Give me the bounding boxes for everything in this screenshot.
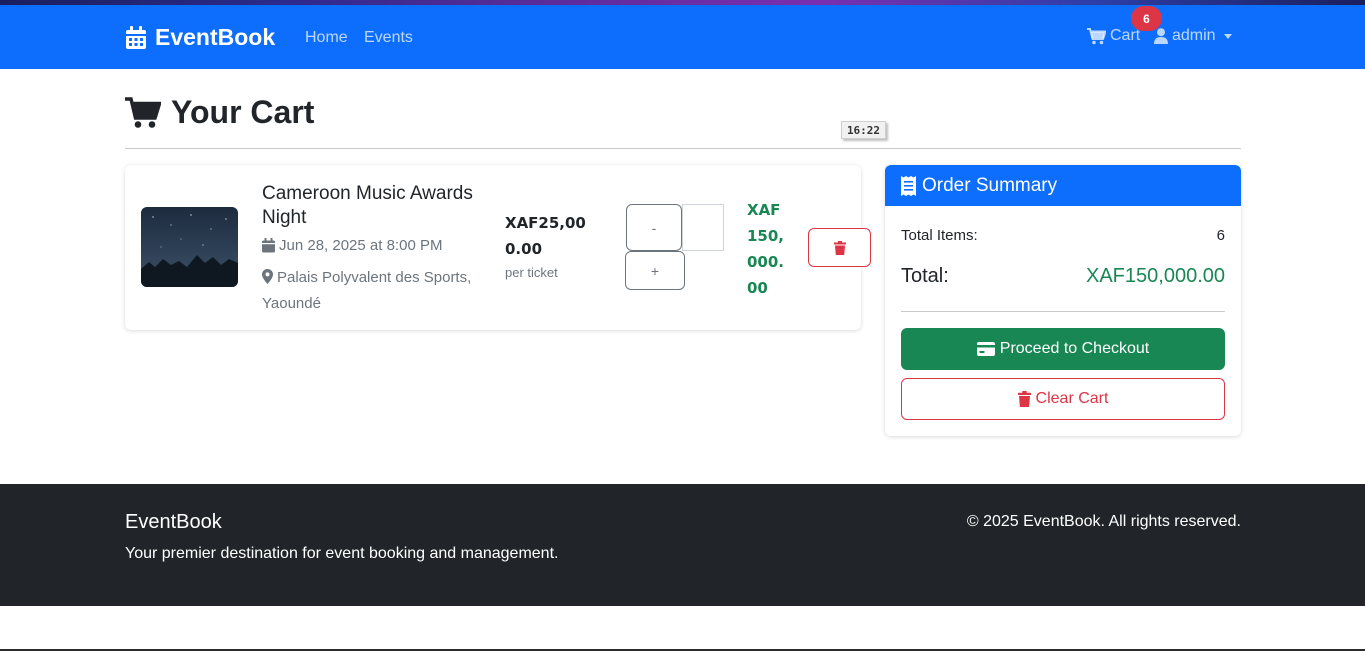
total-items-value: 6 — [1216, 227, 1225, 244]
event-venue: Palais Polyvalent des Sports, Yaoundé — [262, 265, 487, 317]
event-venue-text: Palais Polyvalent des Sports, Yaoundé — [262, 269, 472, 312]
order-summary-title: Order Summary — [922, 174, 1058, 196]
remove-item-button[interactable] — [808, 228, 871, 267]
event-date: Jun 28, 2025 at 8:00 PM — [262, 237, 442, 254]
page-title: Your Cart — [125, 94, 314, 131]
credit-card-icon — [976, 342, 995, 356]
cart-icon — [125, 96, 161, 128]
nav-link-events[interactable]: Events — [364, 29, 413, 47]
cart-icon — [1087, 27, 1106, 44]
footer-brand: EventBook — [125, 511, 222, 533]
ticket-price: XAF25,000.00 — [505, 214, 586, 258]
calendar-icon — [262, 238, 275, 253]
nav-cart-label: Cart — [1110, 27, 1141, 44]
order-summary-card: Order Summary Total Items: 6 Total: XAF1… — [885, 165, 1241, 436]
event-date-text: Jun 28, 2025 at 8:00 PM — [279, 237, 443, 254]
quantity-input[interactable] — [682, 204, 724, 251]
total-label: Total: — [901, 265, 949, 287]
brand-link[interactable]: EventBook — [125, 24, 275, 51]
quantity-increase-button[interactable]: + — [625, 251, 685, 290]
chevron-down-icon — [1223, 33, 1232, 39]
navbar: EventBook Home Events Cart 6 admin — [0, 5, 1365, 69]
brand-name: EventBook — [155, 24, 276, 50]
footer: EventBook Your premier destination for e… — [0, 484, 1365, 606]
time-tooltip: 16:22 — [841, 121, 886, 139]
trash-icon — [833, 240, 846, 255]
receipt-icon — [901, 175, 916, 196]
order-summary-header: Order Summary — [885, 165, 1241, 206]
price-note: per ticket — [505, 265, 558, 280]
nav-cart-link[interactable]: Cart — [1087, 27, 1140, 45]
total-value: XAF150,000.00 — [1086, 265, 1225, 287]
page-title-text: Your Cart — [171, 94, 315, 130]
event-thumbnail — [141, 207, 238, 287]
clear-cart-label: Clear Cart — [1035, 390, 1109, 407]
calendar-icon — [126, 25, 146, 49]
total-items-label: Total Items: — [901, 227, 978, 244]
proceed-to-checkout-button[interactable]: Proceed to Checkout — [901, 328, 1225, 370]
footer-copyright: © 2025 EventBook. All rights reserved. — [966, 513, 1241, 530]
event-name: Cameroon Music Awards Night — [262, 183, 473, 228]
item-subtotal: XAF150,000.00 — [747, 201, 785, 297]
divider — [901, 311, 1225, 312]
map-marker-icon — [262, 269, 273, 284]
checkout-label: Proceed to Checkout — [999, 340, 1150, 357]
clear-cart-button[interactable]: Clear Cart — [901, 378, 1225, 420]
nav-link-home[interactable]: Home — [305, 29, 348, 47]
quantity-decrease-button[interactable]: - — [626, 204, 682, 251]
footer-tagline: Your premier destination for event booki… — [125, 545, 559, 562]
user-name: admin — [1172, 27, 1216, 44]
cart-item-card: Cameroon Music Awards Night Jun 28, 2025… — [125, 165, 871, 330]
trash-icon — [1017, 391, 1031, 407]
user-dropdown-toggle[interactable]: admin — [1154, 27, 1232, 45]
divider — [125, 148, 1241, 149]
user-icon — [1154, 28, 1168, 44]
